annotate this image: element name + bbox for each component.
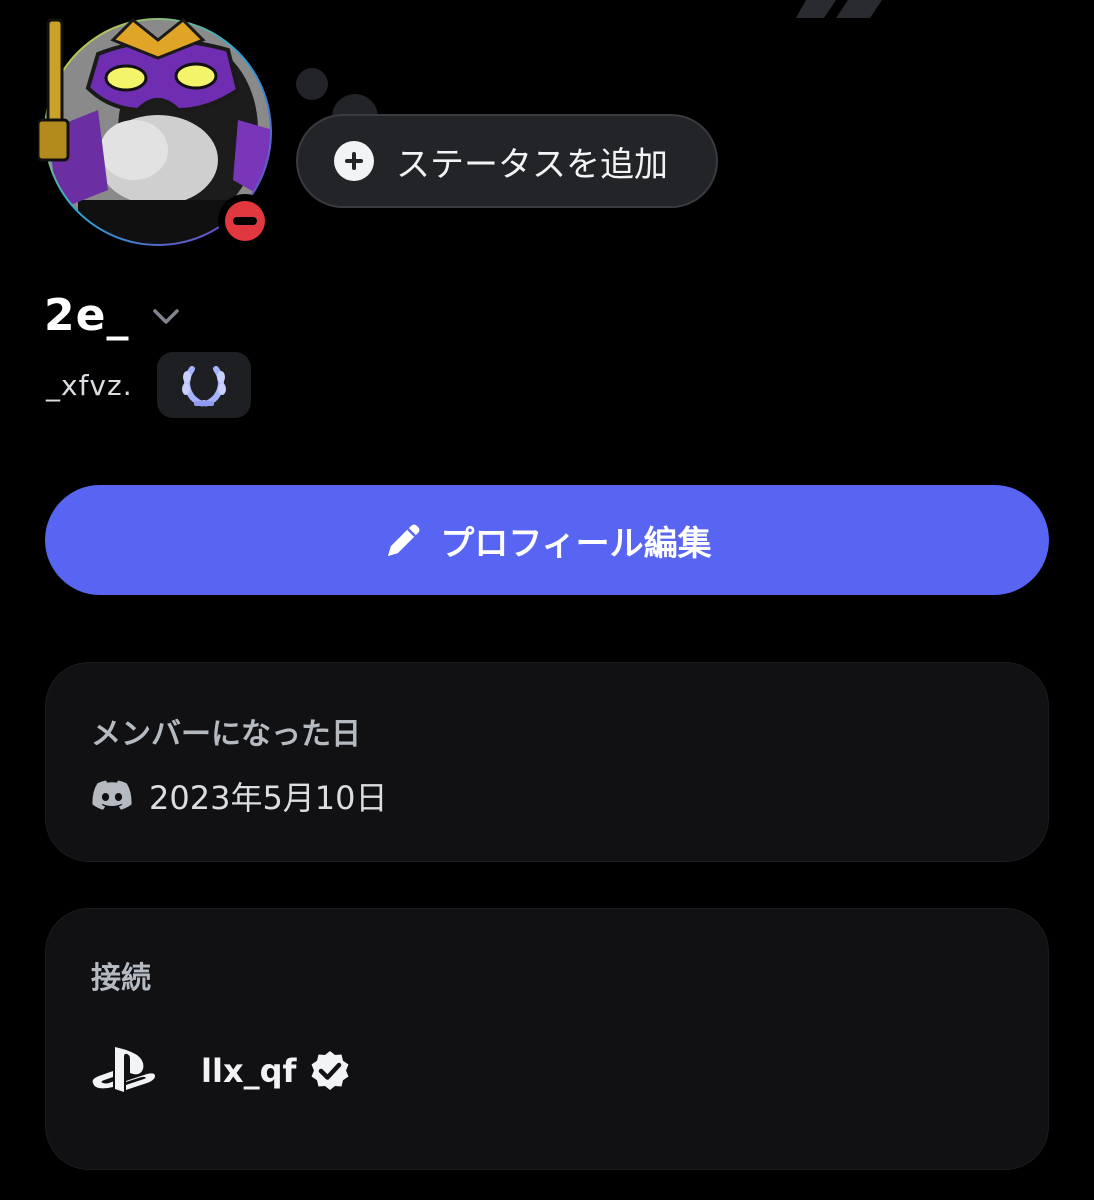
connections-title: 接続 [91,961,151,996]
username: _xfvz. [46,368,133,402]
add-status-label: ステータスを追加 [396,144,668,185]
pencil-icon [388,524,420,556]
verified-check-icon [311,1051,349,1090]
display-name-row[interactable]: 2e_ [44,290,183,341]
plus-circle-icon [334,141,374,181]
member-since-title: メンバーになった日 [91,717,361,752]
add-status-button[interactable]: ステータスを追加 [296,114,718,208]
chevron-down-icon[interactable] [149,299,183,333]
username-row: _xfvz. [46,352,251,418]
discord-logo-icon [92,780,132,810]
member-since-card: メンバーになった日 2023年5月10日 [45,662,1049,862]
edit-profile-label: プロフィール編集 [440,523,712,564]
connection-account-name: llx_qf [201,1052,297,1090]
do-not-disturb-icon [218,194,272,248]
playstation-icon [92,1047,155,1092]
bubble-dot [296,68,328,100]
connections-card: 接続 llx_qf [45,908,1049,1170]
laurel-badge-icon[interactable] [156,352,251,418]
profile-page: ステータスを追加 2e_ _xfvz. プロフィール編集 メンバーになった日 2… [0,0,1094,1200]
decorative-stripes [796,0,882,18]
edit-profile-button[interactable]: プロフィール編集 [45,485,1049,595]
member-since-date: 2023年5月10日 [149,779,388,817]
avatar[interactable] [38,10,278,248]
connection-item-playstation[interactable]: llx_qf [91,1045,352,1097]
member-since-row: 2023年5月10日 [91,773,388,819]
display-name: 2e_ [44,290,130,341]
